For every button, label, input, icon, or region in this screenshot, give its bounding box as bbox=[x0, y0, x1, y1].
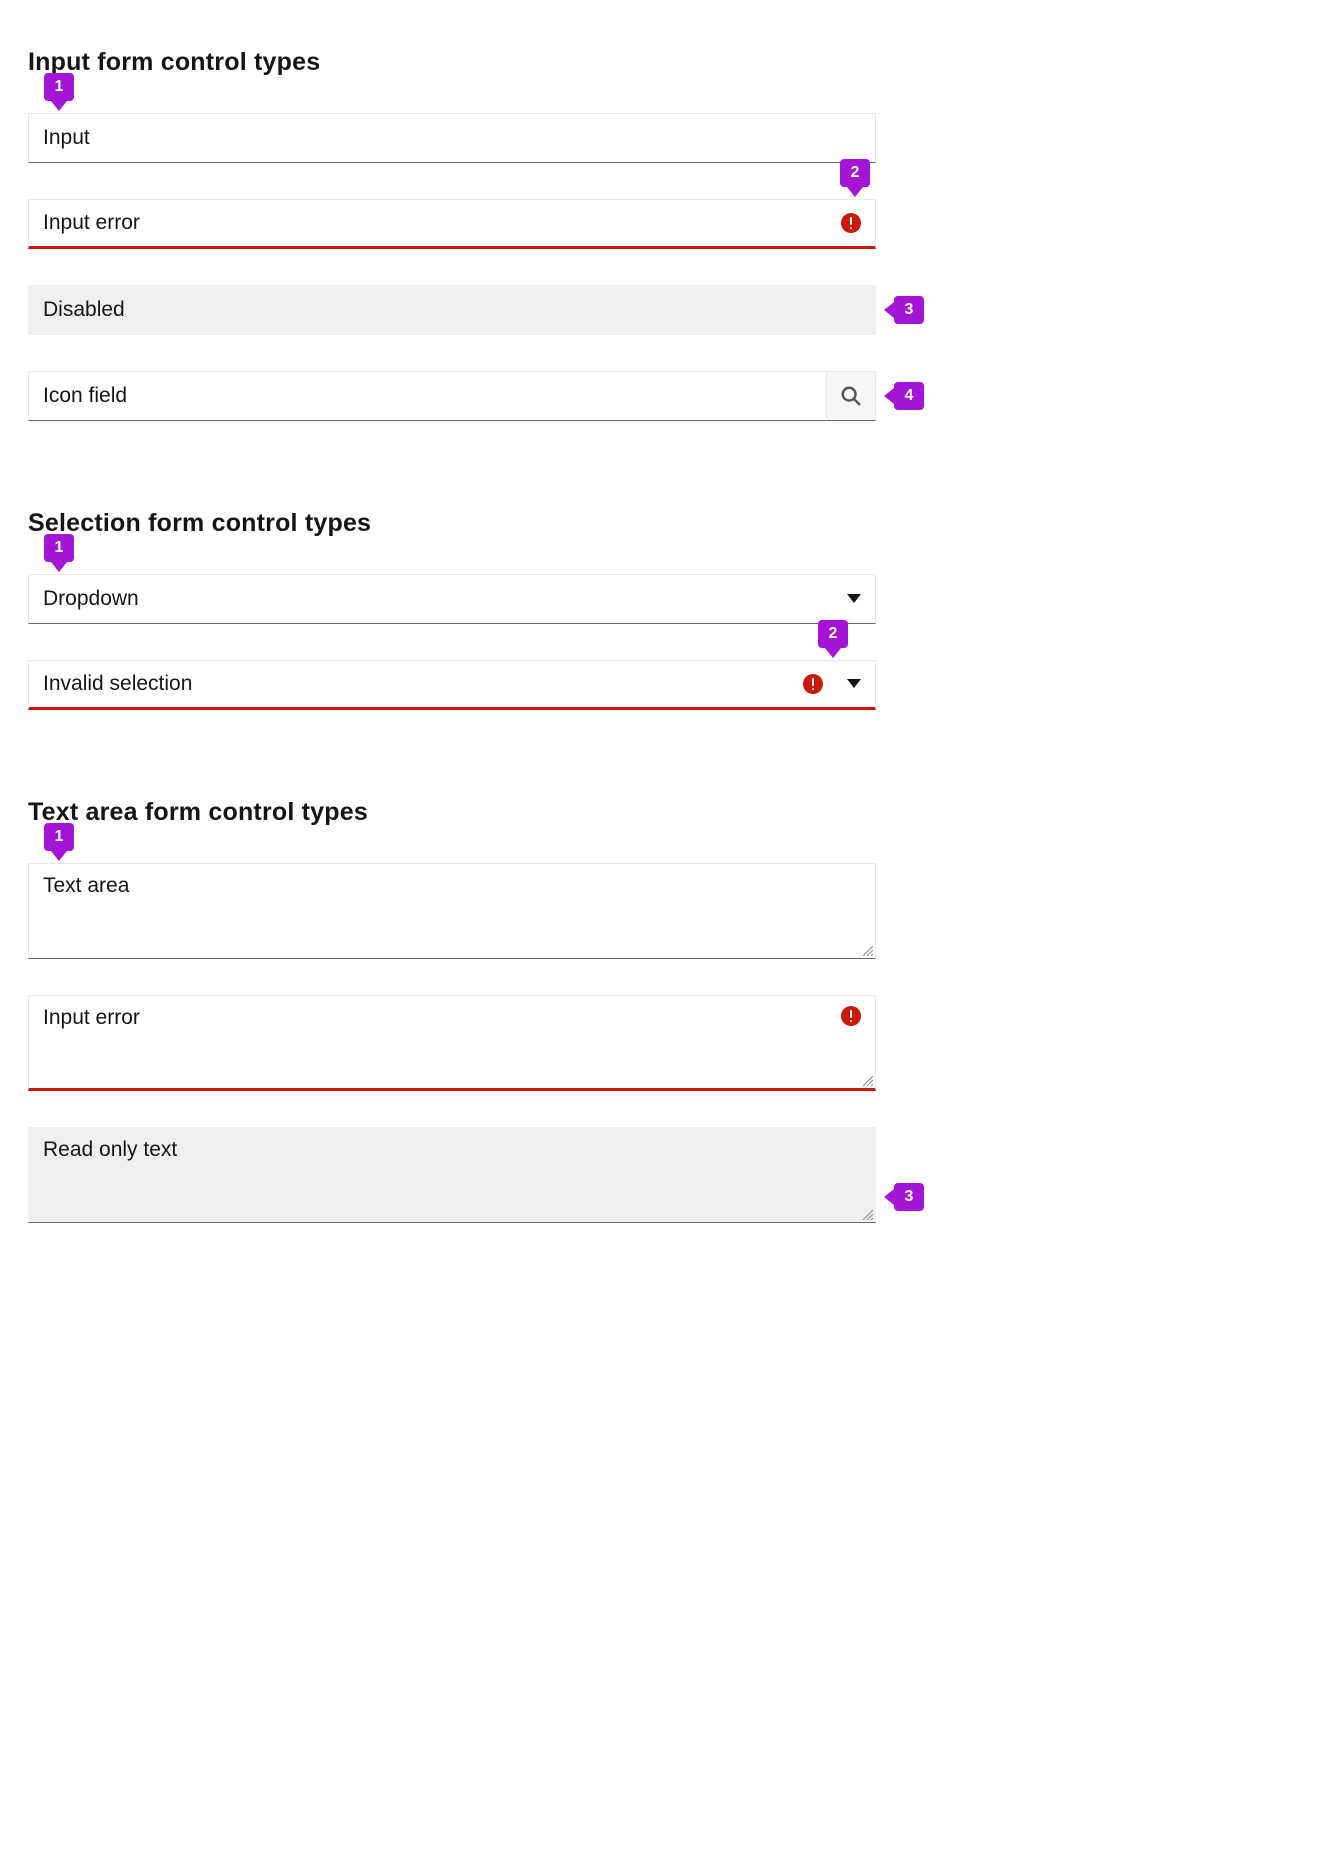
section-selection: Selection form control types 1 Dropdown … bbox=[28, 509, 1294, 710]
input-plain-block: 1 Input bbox=[28, 113, 1294, 163]
chevron-down-icon bbox=[847, 594, 861, 604]
callout-1: 1 bbox=[44, 73, 74, 111]
input-disabled: Disabled bbox=[28, 285, 876, 335]
input-error-block: 2 Input error bbox=[28, 199, 1294, 249]
input-icon-block: 4 Icon field bbox=[28, 371, 1294, 421]
dropdown-invalid[interactable]: Invalid selection bbox=[28, 660, 876, 710]
search-icon[interactable] bbox=[826, 371, 876, 421]
section-input: Input form control types 1 Input 2 Input… bbox=[28, 48, 1294, 421]
callout-3b: 3 bbox=[884, 1183, 924, 1211]
textarea-readonly-block: 3 Read only text bbox=[28, 1127, 1294, 1223]
dropdown-invalid-block: 2 Invalid selection bbox=[28, 660, 1294, 710]
resize-handle-icon bbox=[861, 1074, 873, 1086]
section-input-heading: Input form control types bbox=[28, 48, 1294, 77]
error-icon bbox=[803, 674, 823, 694]
dropdown-value: Dropdown bbox=[43, 587, 835, 611]
input-icon-wrapper: Icon field bbox=[28, 371, 876, 421]
input-error[interactable]: Input error bbox=[28, 199, 876, 249]
textarea-error[interactable]: Input error bbox=[28, 995, 876, 1091]
resize-handle-icon bbox=[861, 944, 873, 956]
callout-4: 4 bbox=[884, 382, 924, 410]
callout-3: 3 bbox=[884, 296, 924, 324]
textarea-readonly: Read only text bbox=[28, 1127, 876, 1223]
section-textarea-heading: Text area form control types bbox=[28, 798, 1294, 827]
dropdown[interactable]: Dropdown bbox=[28, 574, 876, 624]
input-disabled-value: Disabled bbox=[43, 298, 861, 322]
input-icon-field[interactable]: Icon field bbox=[28, 371, 826, 421]
dropdown-invalid-value: Invalid selection bbox=[43, 672, 803, 696]
textarea-error-value: Input error bbox=[43, 1006, 841, 1030]
section-textarea: Text area form control types 1 Text area… bbox=[28, 798, 1294, 1223]
input-plain-value: Input bbox=[43, 126, 861, 150]
callout-2b: 2 bbox=[818, 620, 848, 658]
resize-handle-icon bbox=[861, 1208, 873, 1220]
dropdown-block: 1 Dropdown bbox=[28, 574, 1294, 624]
callout-1c: 1 bbox=[44, 823, 74, 861]
callout-2: 2 bbox=[840, 159, 870, 197]
error-icon bbox=[841, 213, 861, 233]
input-icon-value: Icon field bbox=[43, 384, 812, 408]
chevron-down-icon bbox=[847, 679, 861, 689]
input-error-value: Input error bbox=[43, 211, 841, 235]
textarea-error-block: Input error bbox=[28, 995, 1294, 1091]
section-selection-heading: Selection form control types bbox=[28, 509, 1294, 538]
textarea-plain[interactable]: Text area bbox=[28, 863, 876, 959]
textarea-plain-block: 1 Text area bbox=[28, 863, 1294, 959]
input-plain[interactable]: Input bbox=[28, 113, 876, 163]
textarea-plain-value: Text area bbox=[43, 874, 861, 898]
page: Input form control types 1 Input 2 Input… bbox=[0, 0, 1322, 1283]
callout-1b: 1 bbox=[44, 534, 74, 572]
textarea-readonly-value: Read only text bbox=[43, 1138, 861, 1162]
input-disabled-block: 3 Disabled bbox=[28, 285, 1294, 335]
error-icon bbox=[841, 1006, 861, 1026]
